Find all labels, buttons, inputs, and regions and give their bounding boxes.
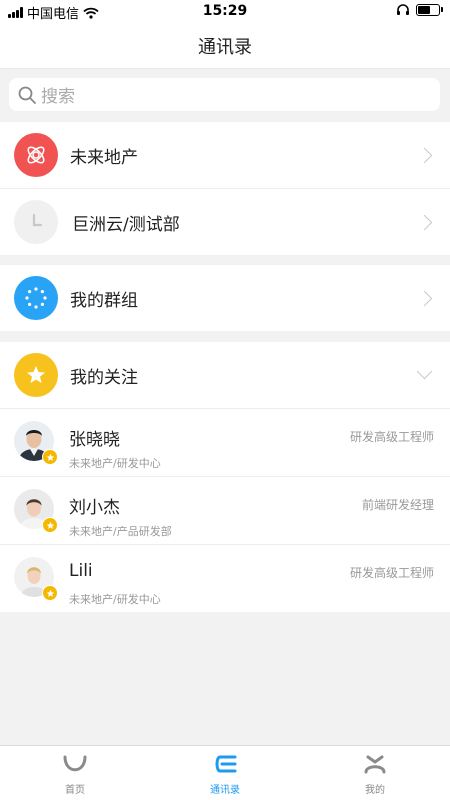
contact-item[interactable]: 刘小杰 未来地产/产品研发部 前端研发经理: [0, 476, 450, 544]
following-section: 我的关注 张晓晓 未来地产/研发中心 研发高级工程师 刘小杰 未来地产/产品研发…: [0, 342, 450, 612]
chevron-right-icon: [416, 214, 433, 230]
search-placeholder: 搜索: [41, 87, 75, 107]
contact-org: 未来地产/研发中心: [69, 457, 161, 470]
home-arc-icon: [63, 755, 87, 772]
clock-icon: [14, 200, 58, 244]
chevron-right-icon: [416, 147, 433, 163]
org-item-future-estate[interactable]: 未来地产: [0, 122, 450, 188]
org-item-label: 未来地产: [70, 147, 138, 168]
status-bar: 中国电信 15:29: [0, 0, 450, 24]
contact-title: 研发高级工程师: [349, 566, 434, 580]
contact-org: 未来地产/产品研发部: [69, 525, 172, 538]
tab-bar: 首页 通讯录 我的: [0, 745, 450, 800]
my-groups-label: 我的群组: [70, 290, 138, 311]
tab-contacts[interactable]: 通讯录: [150, 746, 300, 800]
contact-item[interactable]: Lili 未来地产/研发中心 研发高级工程师: [0, 544, 450, 612]
status-right: [396, 4, 443, 16]
org-item-label: 巨洲云/测试部: [72, 214, 180, 235]
my-groups-section: 我的群组: [0, 265, 450, 331]
contact-org: 未来地产/研发中心: [69, 593, 161, 606]
org-item-juzhou-test[interactable]: 巨洲云/测试部: [0, 188, 450, 255]
tab-label: 通讯录: [210, 785, 240, 796]
status-time: 15:29: [202, 3, 248, 19]
tab-label: 我的: [365, 785, 385, 796]
search-input[interactable]: 搜索: [9, 78, 440, 111]
contact-title: 前端研发经理: [361, 498, 434, 512]
star-badge-icon: [42, 585, 58, 601]
contacts-screen: 中国电信 15:29 通讯录 搜索 未来地产 巨洲云/测试部 我的群组 我的关注…: [0, 0, 450, 800]
tab-home[interactable]: 首页: [0, 746, 150, 800]
star-badge-icon: [42, 517, 58, 533]
tab-profile[interactable]: 我的: [300, 746, 450, 800]
my-groups-item[interactable]: 我的群组: [0, 265, 450, 331]
atom-icon: [14, 133, 58, 177]
star-badge-icon: [42, 449, 58, 465]
search-icon: [18, 86, 36, 104]
star-icon: [14, 353, 58, 397]
contact-title: 研发高级工程师: [349, 430, 434, 444]
search-area: 搜索: [0, 69, 450, 121]
chevron-right-icon: [416, 290, 433, 306]
contact-name: 刘小杰: [69, 498, 120, 518]
contact-name: 张晓晓: [69, 430, 120, 450]
nav-bar: 通讯录: [0, 24, 450, 69]
dots-circle-icon: [14, 276, 58, 320]
contact-name: Lili: [69, 561, 93, 581]
following-header[interactable]: 我的关注: [0, 342, 450, 408]
contact-item[interactable]: 张晓晓 未来地产/研发中心 研发高级工程师: [0, 408, 450, 476]
profile-icon: [364, 755, 386, 774]
headphones-icon: [397, 4, 409, 15]
chevron-down-icon[interactable]: [416, 363, 433, 380]
following-label: 我的关注: [70, 367, 138, 388]
contacts-c-icon: [215, 755, 237, 773]
page-title: 通讯录: [198, 37, 252, 58]
tab-label: 首页: [65, 785, 85, 796]
org-section: 未来地产 巨洲云/测试部: [0, 122, 450, 255]
battery-icon: [416, 4, 443, 16]
